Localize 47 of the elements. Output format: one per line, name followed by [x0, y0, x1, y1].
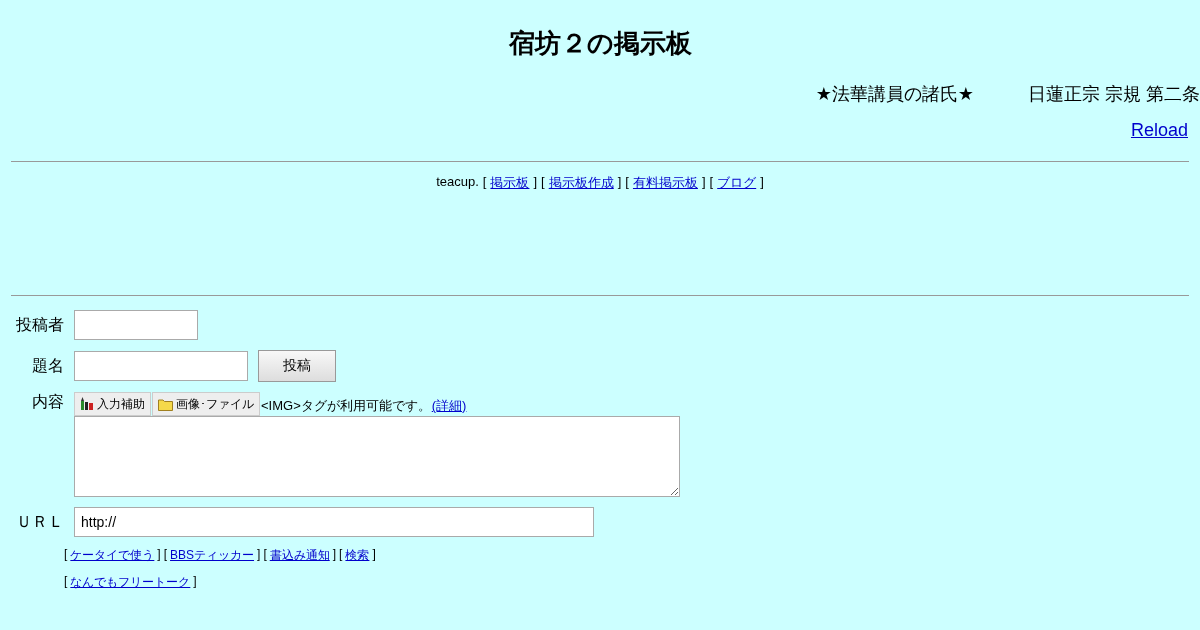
scrolling-text: ★法華講員の諸氏★ [815, 83, 974, 106]
toolbar-button[interactable]: 入力補助 [74, 392, 151, 416]
bracket: [ [541, 174, 545, 191]
bracket: ] [617, 174, 622, 191]
site-name: teacup. [436, 174, 479, 191]
reload-link[interactable]: Reload [1130, 120, 1188, 140]
bracket: [ [64, 547, 68, 563]
footer-link[interactable]: ケータイで使う [70, 547, 155, 564]
footer-link[interactable]: 検索 [345, 547, 370, 564]
bracket: ] [193, 574, 197, 590]
bracket: ] [533, 174, 538, 191]
bracket: [ [482, 174, 487, 191]
footer-link[interactable]: BBSティッカー [170, 547, 255, 564]
footer-link[interactable]: 書込み通知 [269, 547, 330, 564]
bracket: [ [709, 174, 714, 191]
nav-link[interactable]: 有料掲示板 [632, 174, 698, 192]
page-title: 宿坊２の掲示板 [507, 27, 693, 60]
bracket: [ [163, 547, 168, 563]
footer-link[interactable]: なんでもフリートーク [70, 574, 191, 591]
nav-link[interactable]: 掲示板作成 [548, 174, 614, 192]
bracket: [ [263, 547, 267, 563]
field-label: 題名 [31, 355, 64, 376]
bracket: ] [332, 547, 337, 563]
field-label: 投稿者 [15, 314, 64, 335]
field-label: ＵＲＬ [15, 511, 64, 532]
bracket: [ [64, 574, 68, 590]
subject-field[interactable] [74, 351, 248, 381]
field-label: 内容 [31, 392, 64, 412]
bracket: ] [257, 547, 261, 563]
pencils-icon [80, 397, 94, 411]
toolbar-button[interactable]: 画像･ファイル [152, 392, 260, 416]
folder-icon [158, 397, 173, 411]
content-textarea[interactable] [74, 416, 680, 497]
img-tag-note: <IMG>タグが利用可能です。 [261, 397, 431, 415]
nav-link[interactable]: ブログ [717, 174, 757, 192]
bracket: [ [625, 174, 629, 191]
bracket: ] [701, 174, 706, 191]
name-field[interactable] [74, 310, 198, 340]
url-field[interactable]: http:// [74, 507, 594, 537]
bracket: ] [157, 547, 161, 563]
bracket: ] [372, 547, 376, 563]
details-link[interactable]: (詳細) [431, 397, 467, 415]
nav-link[interactable]: 掲示板 [490, 174, 530, 192]
bracket: ] [760, 174, 764, 191]
submit-button[interactable]: 投稿 [258, 350, 336, 382]
scrolling-text: 日蓮正宗 宗規 第二条 [1028, 83, 1200, 106]
bracket: [ [339, 547, 343, 563]
